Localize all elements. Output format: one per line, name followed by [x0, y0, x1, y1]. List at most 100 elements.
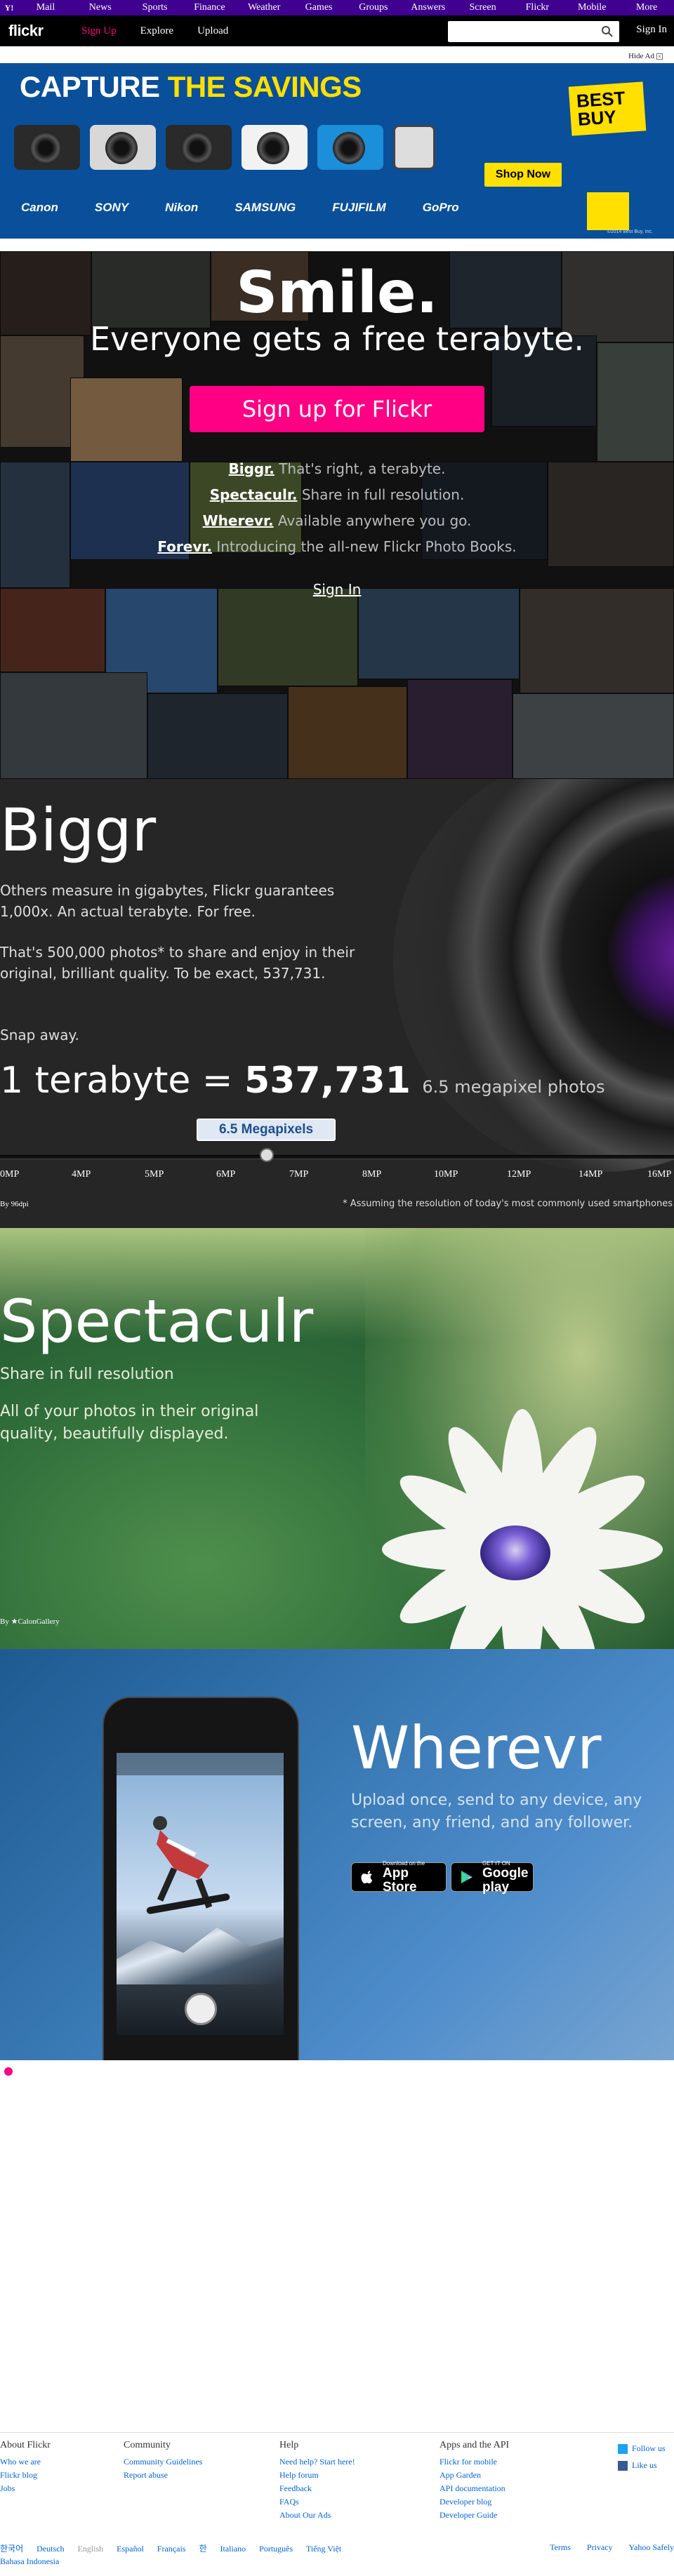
camera-shutter-icon [185, 1993, 217, 2025]
footer-column-community: Community Community Guidelines Report ab… [124, 2440, 202, 2482]
hero-title: Smile. [236, 260, 438, 326]
biggr-photo-credit[interactable]: By 96dpi [0, 1200, 29, 1208]
scroll-indicator-dot[interactable] [4, 2067, 13, 2076]
yahoo-link-mail[interactable]: Mail [18, 2, 73, 13]
spectaculr-subtitle: Share in full resolution [0, 1366, 174, 1383]
megapixel-slider-handle[interactable] [260, 1148, 274, 1162]
feature-forevr-link[interactable]: Forevr. [157, 538, 212, 555]
footer-link[interactable]: Report abuse [124, 2469, 202, 2482]
tick-label: 8MP [362, 1169, 382, 1180]
yahoo-link-news[interactable]: News [73, 2, 128, 13]
feature-spectaculr-link[interactable]: Spectaculr. [210, 486, 298, 503]
footer-link[interactable]: Developer Guide [440, 2509, 509, 2522]
search-icon[interactable] [601, 25, 614, 38]
footer-link[interactable]: FAQs [279, 2495, 355, 2509]
language-option[interactable]: 한 [199, 2544, 206, 2554]
footer-link[interactable]: Need help? Start here! [279, 2455, 355, 2469]
footer-legal-links: Terms Privacy Yahoo Safely [536, 2542, 674, 2553]
tick-label: 12MP [507, 1169, 531, 1180]
wherevr-body: Upload once, send to any device, any scr… [351, 1791, 642, 1831]
hero-section: Smile. Everyone gets a free terabyte. Si… [0, 251, 674, 779]
yahoo-link-mobile[interactable]: Mobile [564, 2, 619, 13]
follow-us-link[interactable]: Follow us [618, 2440, 666, 2457]
bestbuy-ad-banner[interactable]: CAPTURE THE SAVINGS Canon SONY Nikon SAM… [0, 63, 674, 239]
google-play-button[interactable]: GET IT ON Google play [451, 1860, 534, 1895]
ad-brand-row: Canon SONY Nikon SAMSUNG FUJIFILM GoPro [21, 201, 459, 215]
wherevr-title: Wherevr [351, 1714, 602, 1782]
nav-signup-link[interactable]: Sign Up [81, 25, 117, 37]
signup-flickr-button[interactable]: Sign up for Flickr [190, 386, 484, 432]
yahoo-link-weather[interactable]: Weather [237, 2, 291, 13]
spectaculr-photo-credit[interactable]: By ★CalonGallery [0, 1617, 60, 1626]
language-option[interactable]: Tiếng Việt [306, 2544, 341, 2554]
footer-link[interactable]: Jobs [0, 2482, 51, 2495]
language-option[interactable]: Português [259, 2544, 293, 2554]
samsung-camera-icon [242, 125, 308, 170]
footer-link[interactable]: About Our Ads [279, 2509, 355, 2522]
megapixel-slider-track[interactable] [0, 1155, 674, 1159]
nav-signin-link[interactable]: Sign In [636, 24, 667, 36]
hero-signin-link[interactable]: Sign In [0, 581, 674, 598]
yahoo-link-flickr[interactable]: Flickr [510, 2, 564, 13]
yahoo-link-finance[interactable]: Finance [182, 2, 237, 13]
canon-camera-icon [14, 125, 80, 170]
brand-canon: Canon [21, 201, 58, 214]
footer-link[interactable]: Flickr blog [0, 2469, 51, 2482]
app-store-button[interactable]: Download on the App Store [351, 1860, 447, 1895]
footer-link[interactable]: App Garden [440, 2469, 509, 2482]
language-option[interactable]: Bahasa Indonesia [0, 2556, 59, 2566]
tick-label: 6MP [216, 1169, 236, 1180]
terms-link[interactable]: Terms [550, 2542, 571, 2552]
language-option[interactable]: Deutsch [37, 2544, 64, 2554]
yahoo-link-screen[interactable]: Screen [456, 2, 510, 13]
gopro-camera-icon [393, 125, 435, 170]
flickr-logo[interactable]: flickr [8, 22, 63, 40]
tick-label: 14MP [579, 1169, 603, 1180]
footer-social: Follow us Like us [618, 2440, 666, 2474]
eq-number: 537,731 [244, 1060, 411, 1102]
yahoo-link-answers[interactable]: Answers [401, 2, 456, 13]
biggr-paragraph-2: That's 500,000 photos* to share and enjo… [0, 944, 355, 982]
biggr-section: Biggr Others measure in gigabytes, Flick… [0, 779, 674, 1228]
like-us-link[interactable]: Like us [618, 2457, 666, 2474]
yahoo-link-groups[interactable]: Groups [346, 2, 401, 13]
gift-icon [587, 192, 629, 230]
footer-link[interactable]: Feedback [279, 2482, 355, 2495]
hide-ad-button[interactable]: Hide Ad × [628, 52, 663, 60]
search-input[interactable] [448, 21, 619, 42]
camera-lens-image [393, 779, 674, 1172]
footer-link[interactable]: Developer blog [440, 2495, 509, 2509]
yahoo-link-sports[interactable]: Sports [128, 2, 183, 13]
shop-now-button[interactable]: Shop Now [484, 163, 562, 187]
ad-headline: CAPTURE THE SAVINGS [20, 70, 362, 104]
feature-wherevr-link[interactable]: Wherevr. [203, 512, 274, 529]
footer: About Flickr Who we are Flickr blog Jobs… [0, 2432, 674, 2576]
footer-column-apps: Apps and the API Flickr for mobile App G… [440, 2440, 509, 2522]
privacy-link[interactable]: Privacy [587, 2542, 613, 2552]
footer-link[interactable]: Community Guidelines [124, 2455, 202, 2469]
sony-camera-icon [90, 125, 156, 170]
yahoo-link-more[interactable]: More [619, 2, 674, 13]
language-selector: 한국어 Deutsch English Español Français 한 I… [0, 2542, 491, 2568]
language-option[interactable]: Español [117, 2544, 144, 2554]
yahoo-link-games[interactable]: Games [291, 2, 346, 13]
ad-fine-print: ©2014 Best Buy, Inc. [607, 229, 653, 234]
feature-biggr-link[interactable]: Biggr. [229, 460, 275, 477]
app-store-label: App Store [383, 1865, 417, 1895]
nav-upload-link[interactable]: Upload [197, 25, 228, 37]
yahoo-logo[interactable]: Y! [0, 0, 18, 15]
biggr-snap-away: Snap away. [0, 1027, 79, 1043]
footer-link[interactable]: API documentation [440, 2482, 509, 2495]
nav-explore-link[interactable]: Explore [140, 25, 173, 37]
language-option[interactable]: 한국어 [0, 2544, 23, 2554]
yahoo-safely-link[interactable]: Yahoo Safely [629, 2542, 674, 2552]
hero-feature-list: Biggr. That's right, a terabyte. Spectac… [0, 456, 674, 560]
eq-left: 1 terabyte = [0, 1060, 233, 1102]
footer-link[interactable]: Who we are [0, 2455, 51, 2469]
language-option[interactable]: Italiano [220, 2544, 246, 2554]
footer-link[interactable]: Flickr for mobile [440, 2455, 509, 2469]
language-option[interactable]: Français [157, 2544, 186, 2554]
footer-link[interactable]: Help forum [279, 2469, 355, 2482]
fujifilm-camera-icon [317, 125, 383, 170]
google-play-label: Google play [482, 1865, 529, 1895]
